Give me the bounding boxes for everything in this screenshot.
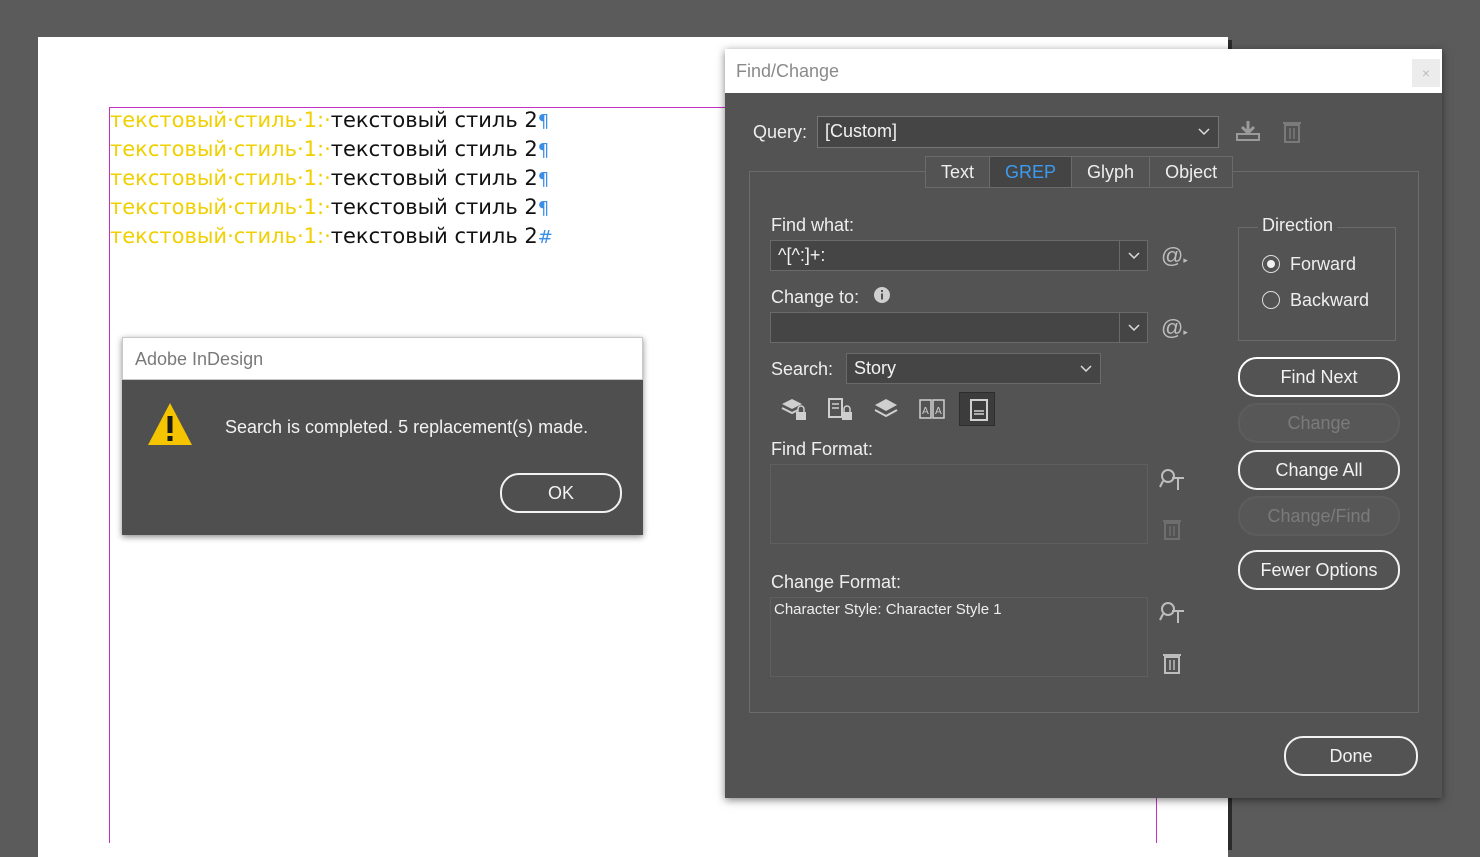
direction-title: Direction bbox=[1258, 215, 1338, 236]
tab-text[interactable]: Text bbox=[926, 157, 991, 187]
query-label: Query: bbox=[753, 122, 808, 142]
include-hidden-layers-icon[interactable] bbox=[867, 392, 903, 426]
special-characters-icon[interactable]: @▸ bbox=[1161, 315, 1188, 341]
document-line: текстовый·стиль·1:·текстовый стиль 2# bbox=[110, 224, 553, 248]
change-all-button[interactable]: Change All bbox=[1238, 450, 1400, 490]
find-format-box[interactable] bbox=[770, 464, 1148, 544]
ok-button[interactable]: OK bbox=[500, 473, 622, 513]
document-line: текстовый·стиль·1:·текстовый стиль 2¶ bbox=[110, 108, 550, 132]
document-line: текстовый·стиль·1:·текстовый стиль 2¶ bbox=[110, 195, 550, 219]
chevron-down-icon bbox=[1190, 117, 1218, 147]
svg-text:A: A bbox=[935, 406, 942, 417]
tab-grep[interactable]: GREP bbox=[990, 157, 1073, 187]
direction-group bbox=[1238, 227, 1396, 341]
chevron-down-icon bbox=[1072, 354, 1100, 383]
document-line: текстовый·стиль·1:·текстовый стиль 2¶ bbox=[110, 166, 550, 190]
fewer-options-button[interactable]: Fewer Options bbox=[1238, 550, 1400, 590]
find-what-label: Find what: bbox=[771, 215, 855, 235]
alert-dialog: Adobe InDesign Search is completed. 5 re… bbox=[122, 337, 643, 535]
alert-title: Adobe InDesign bbox=[122, 337, 643, 380]
info-icon[interactable] bbox=[873, 286, 891, 309]
find-what-input[interactable]: ^[^:]+: bbox=[770, 240, 1148, 271]
change-find-button[interactable]: Change/Find bbox=[1238, 496, 1400, 536]
forward-label[interactable]: Forward bbox=[1290, 254, 1356, 275]
close-button[interactable]: × bbox=[1412, 59, 1440, 87]
special-characters-icon[interactable]: @▸ bbox=[1161, 243, 1188, 269]
delete-query-icon[interactable] bbox=[1282, 119, 1302, 148]
find-change-dialog: Find/Change × Query: [Custom] Text GREP … bbox=[725, 49, 1442, 798]
change-to-label: Change to: bbox=[771, 287, 860, 307]
clear-change-format-icon[interactable] bbox=[1162, 652, 1182, 679]
search-label: Search: bbox=[771, 359, 834, 379]
search-options-toolbar: AA bbox=[775, 392, 1005, 426]
specify-find-format-icon[interactable] bbox=[1159, 467, 1185, 496]
include-locked-stories-icon[interactable] bbox=[821, 392, 857, 426]
tab-bar: Text GREP Glyph Object bbox=[925, 156, 1234, 188]
find-next-button[interactable]: Find Next bbox=[1238, 357, 1400, 397]
change-format-box[interactable]: Character Style: Character Style 1 bbox=[770, 597, 1148, 677]
include-locked-layers-icon[interactable] bbox=[775, 392, 811, 426]
dialog-title: Find/Change bbox=[725, 49, 1442, 93]
chevron-down-icon[interactable] bbox=[1119, 241, 1147, 270]
tab-glyph[interactable]: Glyph bbox=[1072, 157, 1151, 187]
specify-change-format-icon[interactable] bbox=[1159, 600, 1185, 629]
warning-icon bbox=[146, 401, 194, 449]
clear-find-format-icon[interactable] bbox=[1162, 518, 1182, 545]
svg-text:A: A bbox=[922, 406, 929, 417]
search-scope-dropdown[interactable]: Story bbox=[846, 353, 1101, 384]
chevron-down-icon[interactable] bbox=[1119, 313, 1147, 342]
change-format-label: Change Format: bbox=[771, 572, 902, 592]
backward-radio[interactable] bbox=[1262, 291, 1280, 309]
done-button[interactable]: Done bbox=[1284, 736, 1418, 776]
forward-radio[interactable] bbox=[1262, 255, 1280, 273]
backward-label[interactable]: Backward bbox=[1290, 290, 1369, 311]
text-frame[interactable]: текстовый·стиль·1:·текстовый стиль 2¶ те… bbox=[110, 107, 553, 252]
include-master-pages-icon[interactable]: AA bbox=[913, 392, 949, 426]
query-dropdown[interactable]: [Custom] bbox=[817, 116, 1219, 148]
include-footnotes-icon[interactable] bbox=[959, 392, 995, 426]
tab-object[interactable]: Object bbox=[1150, 157, 1232, 187]
document-line: текстовый·стиль·1:·текстовый стиль 2¶ bbox=[110, 137, 550, 161]
alert-message: Search is completed. 5 replacement(s) ma… bbox=[225, 417, 589, 437]
change-button[interactable]: Change bbox=[1238, 403, 1400, 443]
find-format-label: Find Format: bbox=[771, 439, 874, 459]
text-frame-right-edge bbox=[1156, 798, 1157, 843]
change-to-input[interactable] bbox=[770, 312, 1148, 343]
save-query-icon[interactable] bbox=[1235, 119, 1261, 148]
